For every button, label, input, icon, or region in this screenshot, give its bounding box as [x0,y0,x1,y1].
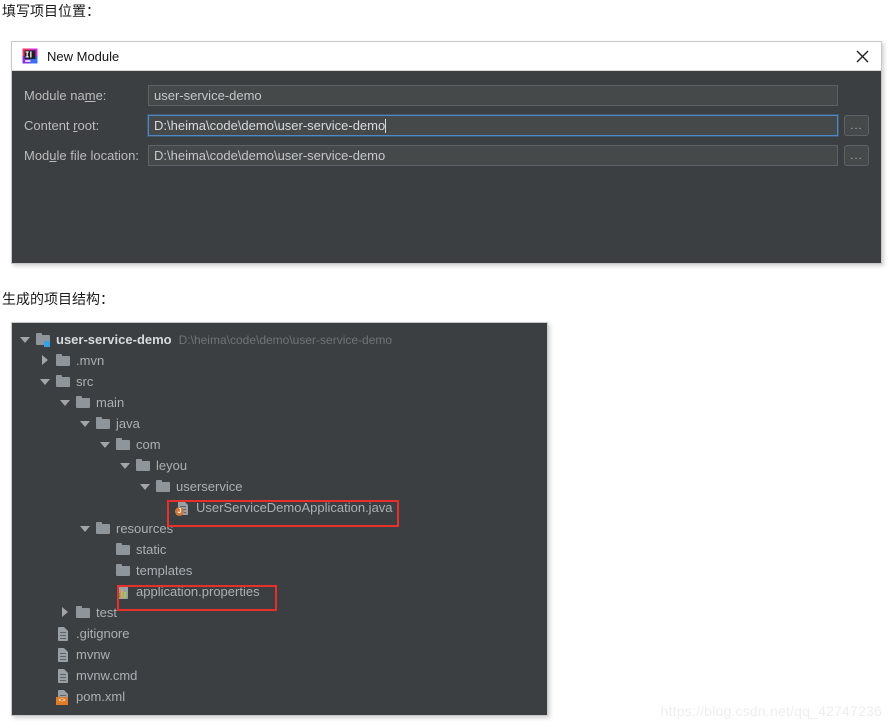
dialog-titlebar: New Module [12,42,881,71]
tree-node-label: pom.xml [76,689,126,704]
form-row-module-name: Module name: user-service-demo [24,85,869,106]
xml-file-icon: <> [55,689,71,705]
chevron-down-icon[interactable] [60,397,71,408]
tree-row[interactable]: static [12,539,547,560]
folder-icon [75,395,91,411]
folder-icon [115,563,131,579]
caption-fill-project-location: 填写项目位置： [2,3,100,19]
watermark-url: https://blog.csdn.net/qq_42747236 [660,703,882,719]
properties-file-icon [115,584,131,600]
java-file-icon: J [175,500,191,516]
tree-node-label: mvnw [76,647,110,662]
text-caret [385,119,387,133]
file-icon [55,668,71,684]
content-root-input[interactable]: D:\heima\code\demo\user-service-demo [148,115,838,136]
tree-node-label: main [96,395,125,410]
folder-icon [55,374,71,390]
folder-module-icon [35,332,51,348]
module-file-location-browse-button[interactable]: ... [844,145,869,166]
tree-row[interactable]: leyou [12,455,547,476]
dialog-title: New Module [47,48,120,64]
tree-node-label: java [116,416,140,431]
tree-row[interactable]: src [12,371,547,392]
module-name-input[interactable]: user-service-demo [148,85,838,106]
tree-node-label: com [136,437,161,452]
tree-row[interactable]: application.properties [12,581,547,602]
new-module-dialog: New Module Module name: user-service-dem… [11,41,882,264]
chevron-down-icon[interactable] [100,439,111,450]
folder-icon [115,437,131,453]
tree-row[interactable]: java [12,413,547,434]
chevron-right-icon[interactable] [40,355,51,366]
tree-node-label: src [76,374,94,389]
label-module-file-location: Module file location: [24,148,139,163]
tree-row[interactable]: resources [12,518,547,539]
tree-node-label: test [96,605,117,620]
tree-row[interactable]: user-service-demo D:\heima\code\demo\user… [12,329,547,350]
tree-row[interactable]: test [12,602,547,623]
tree-node-label: .mvn [76,353,105,368]
tree-row[interactable]: mvnw [12,644,547,665]
folder-icon [95,416,111,432]
tree-node-label: .gitignore [76,626,130,641]
intellij-idea-icon [22,48,38,64]
form-row-content-root: Content root: D:\heima\code\demo\user-se… [24,115,869,136]
folder-icon [155,479,171,495]
tree-node-label: leyou [156,458,188,473]
tree-row[interactable]: templates [12,560,547,581]
tree-row[interactable]: com [12,434,547,455]
folder-icon [95,521,111,537]
module-file-location-input[interactable]: D:\heima\code\demo\user-service-demo [148,145,838,166]
close-icon[interactable] [851,45,873,67]
chevron-right-icon[interactable] [60,607,71,618]
tree-node-label: mvnw.cmd [76,668,138,683]
chevron-down-icon[interactable] [80,523,91,534]
chevron-down-icon[interactable] [20,334,31,345]
folder-icon [75,605,91,621]
project-tree[interactable]: user-service-demo D:\heima\code\demo\user… [12,329,547,715]
chevron-down-icon[interactable] [80,418,91,429]
tree-row[interactable]: J UserServiceDemoApplication.java [12,497,547,518]
form-row-module-file-location: Module file location: D:\heima\code\demo… [24,145,869,166]
file-icon [55,647,71,663]
tree-node-label: resources [116,521,174,536]
content-root-browse-button[interactable]: ... [844,115,869,136]
tree-row[interactable]: .mvn [12,350,547,371]
tree-node-label: static [136,542,167,557]
content-root-value: D:\heima\code\demo\user-service-demo [154,118,386,133]
tree-row[interactable]: main [12,392,547,413]
folder-icon [55,353,71,369]
tree-row[interactable]: mvnw.cmd [12,665,547,686]
folder-icon [135,458,151,474]
caption-generated-project-structure: 生成的项目结构： [2,291,114,307]
tree-node-label: UserServiceDemoApplication.java [196,500,393,515]
tree-row[interactable]: <> pom.xml [12,686,547,707]
chevron-down-icon[interactable] [40,376,51,387]
tree-node-label: user-service-demo [56,332,172,347]
tree-row[interactable]: .gitignore [12,623,547,644]
chevron-down-icon[interactable] [120,460,131,471]
folder-icon [115,542,131,558]
label-content-root: Content root: [24,118,100,133]
tree-node-label: application.properties [136,584,260,599]
chevron-down-icon[interactable] [140,481,151,492]
tree-row[interactable]: userservice [12,476,547,497]
project-structure-panel: user-service-demo D:\heima\code\demo\user… [11,322,548,716]
tree-node-path: D:\heima\code\demo\user-service-demo [178,332,393,347]
file-icon [55,626,71,642]
tree-node-label: templates [136,563,193,578]
label-module-name: Module name: [24,88,107,103]
tree-node-label: userservice [176,479,243,494]
dialog-body: Module name: user-service-demo Content r… [12,71,881,263]
